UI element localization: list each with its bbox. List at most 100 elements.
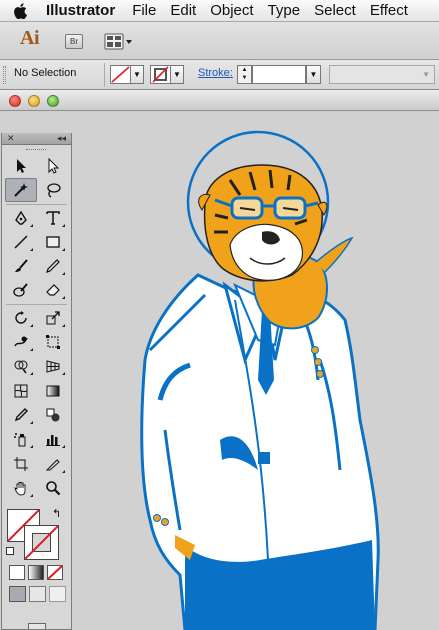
- warp-tool[interactable]: [5, 330, 37, 354]
- line-segment-icon: [14, 235, 28, 249]
- magic-wand-tool[interactable]: [5, 178, 37, 203]
- draw-inside-button[interactable]: [49, 586, 66, 603]
- menu-edit[interactable]: Edit: [163, 0, 203, 21]
- mesh-icon: [14, 384, 28, 398]
- zoom-tool[interactable]: [37, 476, 69, 500]
- type-tool[interactable]: [37, 206, 69, 230]
- none-button[interactable]: [47, 565, 63, 581]
- symbol-sprayer-icon: [14, 433, 26, 447]
- pen-tool[interactable]: [5, 206, 37, 230]
- none-swatch-icon: [47, 565, 63, 580]
- column-graph-tool[interactable]: [37, 427, 69, 451]
- column-graph-icon: [46, 435, 60, 447]
- stroke-weight-dropdown[interactable]: ▼: [306, 65, 321, 84]
- control-panel-grip[interactable]: [3, 66, 6, 84]
- eraser-tool[interactable]: [37, 278, 69, 302]
- artboard-icon: [14, 456, 28, 471]
- tools-panel: ✕ ◂◂ ↰: [1, 133, 72, 630]
- tool-row: [2, 452, 71, 476]
- illustrator-logo: Ai: [20, 27, 40, 49]
- tool-row: [2, 354, 71, 378]
- stroke-dropdown[interactable]: ▼: [170, 65, 184, 84]
- fill-swatch[interactable]: [110, 65, 131, 84]
- tool-row: [2, 476, 71, 500]
- arrange-documents-button[interactable]: [104, 32, 134, 51]
- menu-effect[interactable]: Effect: [363, 0, 415, 21]
- default-fill-stroke-icon[interactable]: [6, 547, 14, 556]
- control-panel: No Selection ▼ ▼ Stroke: ▲ ▼ ▼ ▼: [0, 60, 439, 90]
- stroke-label[interactable]: Stroke:: [198, 67, 233, 79]
- tool-row: [2, 278, 71, 302]
- blend-tool[interactable]: [37, 403, 69, 427]
- stroke-weight-input[interactable]: [252, 65, 306, 84]
- close-window-button[interactable]: [9, 95, 21, 107]
- paintbrush-tool[interactable]: [5, 254, 37, 278]
- divider: [6, 203, 67, 205]
- mesh-tool[interactable]: [5, 379, 37, 403]
- tool-row: [2, 254, 71, 278]
- fill-stroke-widget: ↰: [2, 503, 71, 561]
- draw-normal-button[interactable]: [9, 586, 26, 603]
- app-menu[interactable]: Illustrator: [42, 0, 125, 21]
- perspective-grid-tool[interactable]: [37, 354, 69, 378]
- artboard-tool[interactable]: [5, 452, 37, 476]
- eyedropper-tool[interactable]: [5, 403, 37, 427]
- blob-brush-icon: [13, 283, 28, 298]
- symbol-sprayer-tool[interactable]: [5, 427, 37, 451]
- screen-mode-button[interactable]: [28, 623, 46, 629]
- menu-select[interactable]: Select: [307, 0, 363, 21]
- stroke-color-box[interactable]: [24, 525, 59, 561]
- close-panel-icon[interactable]: ✕: [7, 133, 15, 144]
- swap-fill-stroke-icon[interactable]: ↰: [52, 507, 61, 520]
- tool-row: [2, 206, 71, 230]
- perspective-grid-icon: [46, 360, 60, 374]
- pen-nib-icon: [15, 210, 27, 225]
- lasso-icon: [47, 183, 61, 198]
- minimize-window-button[interactable]: [28, 95, 40, 107]
- blob-brush-tool[interactable]: [5, 278, 37, 302]
- chevron-down-icon: ▼: [422, 70, 430, 79]
- shape-builder-tool[interactable]: [5, 354, 37, 378]
- pencil-tool[interactable]: [37, 254, 69, 278]
- direct-selection-tool[interactable]: [37, 154, 69, 178]
- color-button[interactable]: [9, 565, 25, 581]
- slice-tool[interactable]: [37, 452, 69, 476]
- selection-tool[interactable]: [5, 154, 37, 178]
- application-bar: Ai Br: [0, 22, 439, 60]
- free-transform-tool[interactable]: [37, 330, 69, 354]
- fill-dropdown[interactable]: ▼: [130, 65, 144, 84]
- rectangle-icon: [46, 236, 60, 248]
- zoom-magnifier-icon: [46, 481, 61, 496]
- rotate-tool[interactable]: [5, 306, 37, 330]
- stroke-weight-stepper[interactable]: ▲ ▼: [237, 65, 252, 84]
- eraser-icon: [46, 284, 60, 297]
- gradient-tool[interactable]: [37, 379, 69, 403]
- apple-icon[interactable]: [14, 0, 32, 21]
- divider: [104, 63, 105, 87]
- rotate-icon: [15, 310, 27, 324]
- slice-knife-icon: [45, 458, 60, 471]
- tools-panel-header[interactable]: ✕ ◂◂: [2, 133, 71, 145]
- gradient-button[interactable]: [28, 565, 44, 581]
- tool-row: [2, 403, 71, 427]
- scale-tool[interactable]: [37, 306, 69, 330]
- draw-behind-button[interactable]: [29, 586, 46, 603]
- hand-tool[interactable]: [5, 476, 37, 500]
- rectangle-tool[interactable]: [37, 230, 69, 254]
- direct-selection-arrow-icon: [48, 158, 60, 174]
- zoom-window-button[interactable]: [47, 95, 59, 107]
- menu-file[interactable]: File: [125, 0, 163, 21]
- bridge-button[interactable]: Br: [65, 34, 83, 49]
- lasso-tool[interactable]: [37, 178, 69, 202]
- arrange-documents-icon: [104, 33, 132, 50]
- stroke-swatch[interactable]: [150, 65, 171, 84]
- collapse-panel-icon[interactable]: ◂◂: [57, 133, 66, 144]
- menu-type[interactable]: Type: [261, 0, 308, 21]
- line-segment-tool[interactable]: [5, 230, 37, 254]
- tool-row: [2, 154, 71, 178]
- eyedropper-icon: [14, 407, 28, 422]
- variable-width-profile-dropdown[interactable]: ▼: [329, 65, 435, 84]
- tools-panel-grip[interactable]: [2, 145, 71, 154]
- tool-row: [2, 306, 71, 330]
- menu-object[interactable]: Object: [203, 0, 260, 21]
